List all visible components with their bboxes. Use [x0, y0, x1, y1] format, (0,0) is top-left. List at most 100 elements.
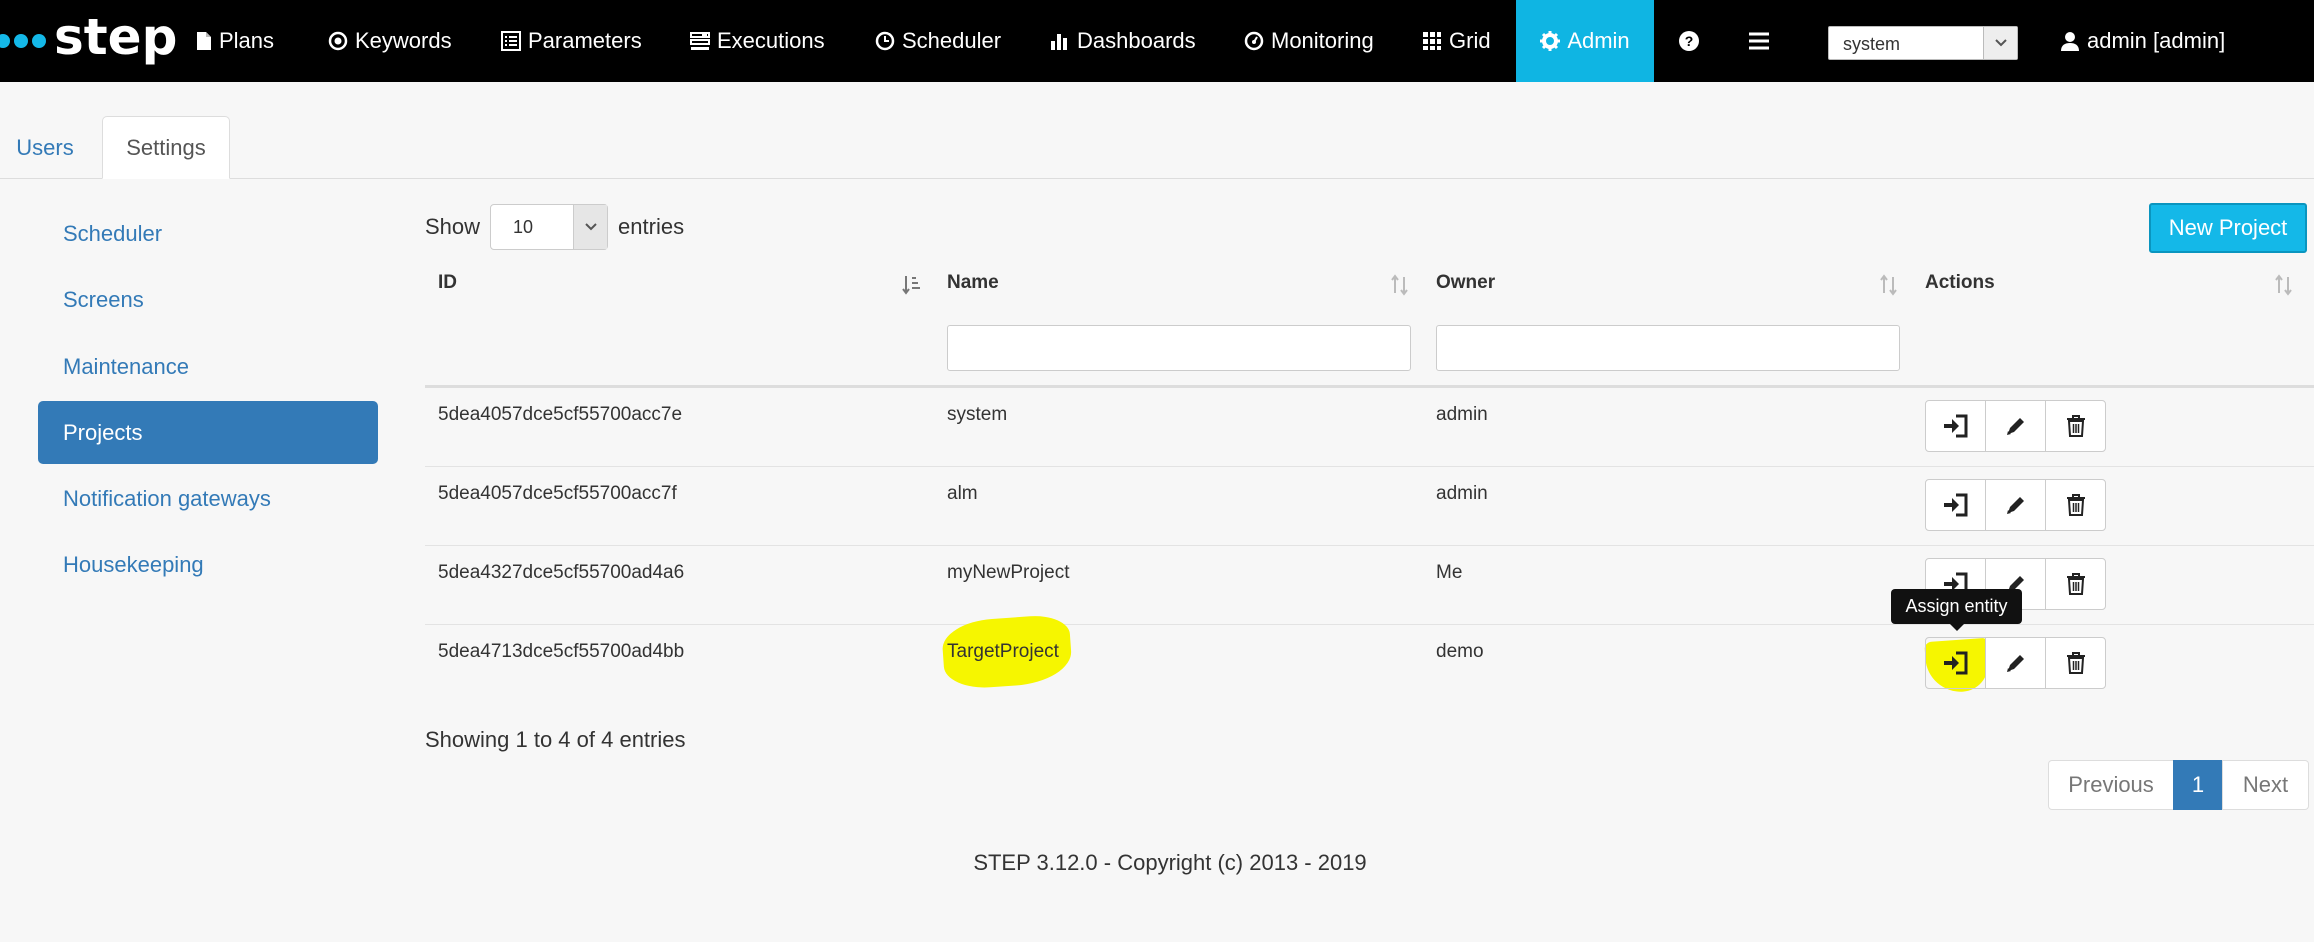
delete-button[interactable]: [2045, 558, 2106, 610]
nav-monitoring[interactable]: Monitoring: [1244, 0, 1374, 82]
top-navbar: step Plans Keywords Parameters Execution…: [0, 0, 2314, 82]
assign-entity-button[interactable]: [1925, 400, 1986, 452]
row-actions: [1925, 637, 2106, 689]
nav-dashboards[interactable]: Dashboards: [1050, 0, 1196, 82]
column-header-actions[interactable]: Actions: [1925, 272, 1995, 302]
dashboard-icon: [1244, 31, 1264, 51]
name-filter-input[interactable]: [947, 325, 1411, 371]
trash-icon: [2066, 573, 2085, 595]
sidebar-item-housekeeping[interactable]: Housekeeping: [38, 534, 378, 596]
sign-in-icon: [1943, 493, 1967, 517]
delete-button[interactable]: [2045, 400, 2106, 452]
nav-keywords[interactable]: Keywords: [328, 0, 452, 82]
row-owner: admin: [1436, 483, 1488, 504]
row-id: 5dea4713dce5cf55700ad4bb: [438, 641, 685, 662]
delete-button[interactable]: [2045, 637, 2106, 689]
sort-icon[interactable]: [1390, 274, 1410, 296]
nav-executions[interactable]: Executions: [690, 0, 825, 82]
tab-settings[interactable]: Settings: [102, 116, 230, 179]
pagination-page-1[interactable]: 1: [2173, 760, 2223, 810]
file-icon: [197, 32, 211, 50]
column-header-id[interactable]: ID: [438, 272, 457, 302]
nav-parameters[interactable]: Parameters: [501, 0, 642, 82]
sidebar-item-screens[interactable]: Screens: [38, 269, 378, 331]
tasks-icon: [690, 32, 710, 50]
new-project-button[interactable]: New Project: [2149, 203, 2307, 253]
assign-entity-button[interactable]: [1925, 637, 1986, 689]
step-logo[interactable]: step: [0, 0, 177, 82]
delete-button[interactable]: [2045, 479, 2106, 531]
row-id: 5dea4327dce5cf55700ad4a6: [438, 562, 685, 583]
svg-text:?: ?: [1685, 33, 1694, 49]
edit-button[interactable]: [1985, 637, 2046, 689]
nav-parameters-label: Parameters: [528, 28, 642, 53]
column-header-name[interactable]: Name: [947, 272, 999, 302]
entries-label: entries: [618, 214, 685, 239]
clock-icon: [875, 31, 895, 51]
sidebar-item-scheduler[interactable]: Scheduler: [38, 203, 378, 265]
nav-keywords-label: Keywords: [355, 28, 452, 53]
edit-button[interactable]: [1985, 479, 2046, 531]
table-info: Showing 1 to 4 of 4 entries: [425, 727, 686, 752]
row-divider: [425, 545, 2314, 546]
pagination-previous[interactable]: Previous: [2048, 760, 2174, 810]
tab-users[interactable]: Users: [0, 116, 90, 179]
trash-icon: [2066, 494, 2085, 516]
nav-grid[interactable]: Grid: [1422, 0, 1491, 82]
logo-text: step: [54, 8, 178, 66]
tooltip-arrow: [1950, 624, 1964, 631]
row-name: TargetProject: [947, 641, 1059, 662]
sort-icon[interactable]: [2274, 274, 2294, 296]
row-divider: [425, 624, 2314, 625]
nav-monitoring-label: Monitoring: [1271, 28, 1374, 53]
nav-dashboards-label: Dashboards: [1077, 28, 1196, 53]
help-button[interactable]: ?: [1678, 0, 1707, 82]
hamburger-icon: [1749, 32, 1769, 50]
target-icon: [328, 31, 348, 51]
pencil-icon: [2006, 497, 2024, 514]
nav-executions-label: Executions: [717, 28, 825, 53]
sign-in-icon: [1943, 414, 1967, 438]
header-divider: [425, 385, 2314, 388]
nav-scheduler[interactable]: Scheduler: [875, 0, 1001, 82]
nav-plans[interactable]: Plans: [196, 0, 274, 82]
row-actions: [1925, 400, 2106, 452]
list-icon: [501, 31, 521, 51]
row-name: myNewProject: [947, 562, 1070, 583]
sort-ascending-icon[interactable]: [902, 274, 922, 296]
bar-chart-icon: [1051, 34, 1067, 50]
page-length-select[interactable]: 10: [490, 204, 609, 250]
menu-button[interactable]: [1748, 0, 1777, 82]
sidebar-item-maintenance[interactable]: Maintenance: [38, 336, 378, 398]
nav-scheduler-label: Scheduler: [902, 28, 1002, 53]
pagination-next[interactable]: Next: [2222, 760, 2309, 810]
row-name: alm: [947, 483, 978, 504]
sidebar-item-notification-gateways[interactable]: Notification gateways: [38, 468, 378, 530]
chevron-down-icon: [573, 205, 608, 249]
sort-icon[interactable]: [1879, 274, 1899, 296]
page-length-value: 10: [513, 217, 534, 237]
column-header-owner[interactable]: Owner: [1436, 272, 1495, 302]
row-divider: [425, 466, 2314, 467]
nav-admin[interactable]: Admin: [1516, 0, 1654, 82]
owner-filter-input[interactable]: [1436, 325, 1900, 371]
nav-plans-label: Plans: [219, 28, 275, 53]
nav-grid-label: Grid: [1449, 28, 1491, 53]
row-name: system: [947, 404, 1008, 425]
row-actions: [1925, 479, 2106, 531]
sign-in-icon: [1943, 651, 1967, 675]
edit-button[interactable]: [1985, 400, 2046, 452]
show-label: Show: [425, 214, 481, 239]
pencil-icon: [2006, 655, 2024, 672]
row-id: 5dea4057dce5cf55700acc7e: [438, 404, 683, 425]
assign-entity-button[interactable]: [1925, 479, 1986, 531]
tabs-divider: [0, 178, 2314, 179]
row-id: 5dea4057dce5cf55700acc7f: [438, 483, 677, 504]
row-owner: demo: [1436, 641, 1484, 662]
sidebar-item-projects[interactable]: Projects: [38, 401, 378, 464]
user-menu[interactable]: admin [admin]: [2060, 0, 2225, 82]
trash-icon: [2066, 415, 2085, 437]
grid-icon: [1423, 32, 1441, 50]
project-select[interactable]: system: [1828, 26, 2018, 60]
user-label: admin [admin]: [2087, 28, 2226, 53]
